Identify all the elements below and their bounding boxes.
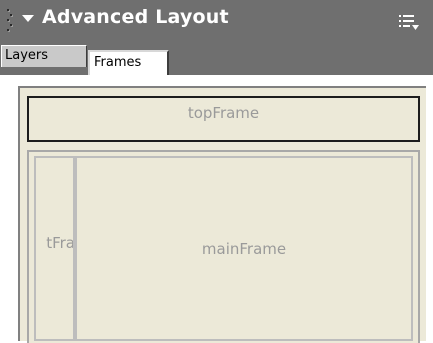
top-frame[interactable]: topFrame	[27, 96, 420, 142]
gripper-icon[interactable]	[7, 9, 13, 37]
main-frame-label: mainFrame	[201, 239, 287, 258]
panel-title: Advanced Layout	[42, 6, 229, 28]
tab-layers[interactable]: Layers	[1, 45, 87, 67]
triangle-down-icon[interactable]	[19, 10, 37, 28]
tab-strip: Layers Frames	[0, 45, 433, 76]
panel-header[interactable]: Advanced Layout	[0, 0, 433, 45]
advanced-layout-panel: Advanced Layout Layers Frames topFrame t…	[0, 0, 433, 343]
tab-baseline	[0, 75, 433, 78]
bottom-frameset[interactable]: tFra mainFrame	[27, 150, 420, 343]
frames-canvas: topFrame tFra mainFrame	[18, 86, 426, 343]
tab-frames[interactable]: Frames	[88, 50, 169, 76]
panel-options-menu-icon[interactable]	[398, 14, 420, 32]
top-frame-label: topFrame	[187, 104, 260, 122]
main-frame[interactable]: mainFrame	[75, 156, 413, 341]
left-frame[interactable]: tFra	[34, 156, 75, 341]
left-frame-label: tFra	[46, 234, 75, 252]
